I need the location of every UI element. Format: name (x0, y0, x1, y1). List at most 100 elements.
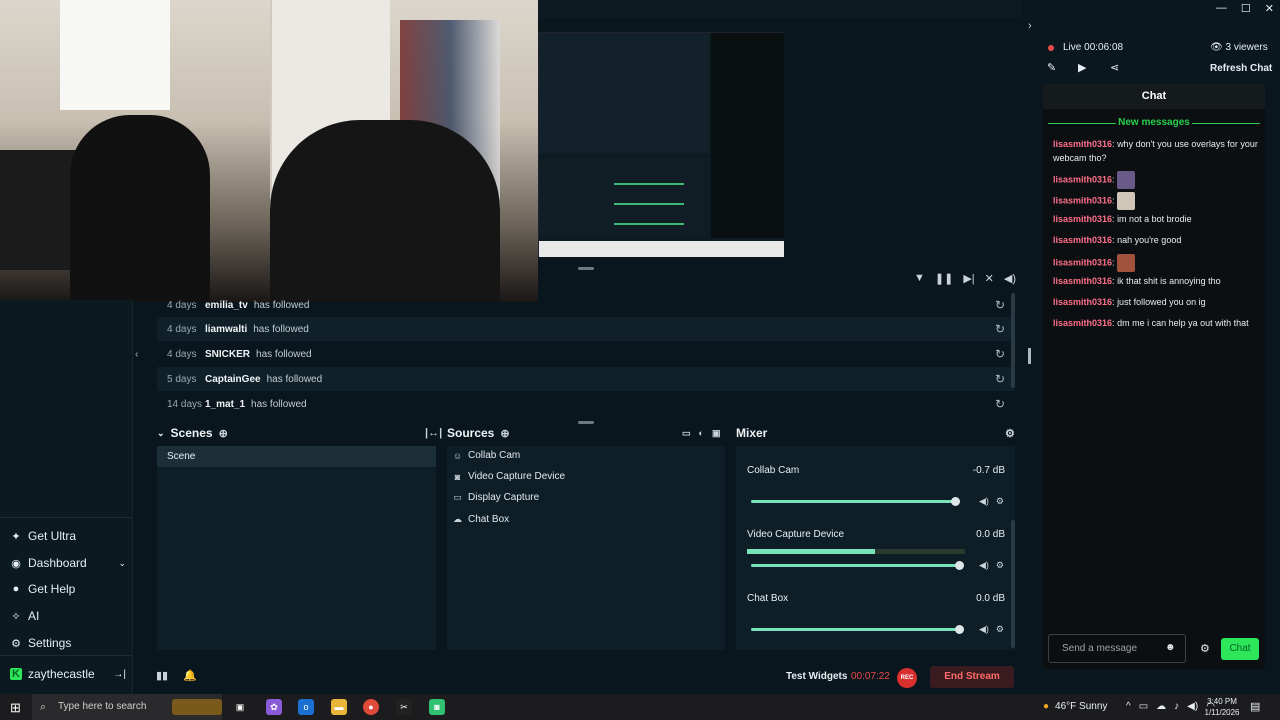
notification-bell-icon[interactable]: 🔔 (183, 669, 197, 682)
source-item[interactable]: ◙ Video Capture Device (452, 471, 565, 482)
logout-icon[interactable]: →| (113, 669, 126, 680)
replay-icon[interactable]: ↻ (995, 322, 1005, 336)
network-icon[interactable]: ▭ (1139, 701, 1148, 712)
emoji-icon[interactable]: ☻ (1165, 642, 1176, 653)
replay-icon[interactable]: ↻ (995, 397, 1005, 411)
feed-action: has followed (253, 323, 309, 335)
chat-username[interactable]: lisasmith0316 (1053, 257, 1112, 267)
maximize-icon[interactable]: ☐ (1241, 2, 1251, 15)
volume-icon[interactable]: ◀) (1187, 701, 1198, 712)
chat-username[interactable]: lisasmith0316 (1053, 195, 1112, 205)
stats-icon[interactable]: ▮▮ (156, 669, 168, 682)
volume-slider[interactable] (751, 500, 956, 503)
nav-settings[interactable]: ⚙ Settings (10, 636, 71, 650)
source-item[interactable]: ▭ Display Capture (452, 492, 539, 503)
collapse-right-handle[interactable] (1028, 348, 1031, 364)
record-button[interactable]: REC (897, 668, 917, 688)
expand-right-icon[interactable]: › (1028, 20, 1032, 32)
viewer-count: 👁 3 viewers (1210, 42, 1268, 53)
volume-slider[interactable] (751, 564, 960, 567)
test-widgets-button[interactable]: Test Widgets (786, 671, 847, 682)
chat-username[interactable]: lisasmith0316 (1053, 297, 1112, 307)
speaker-icon[interactable]: ◀) (979, 624, 989, 635)
notifications-icon[interactable]: ▤ (1250, 700, 1260, 713)
nav-ai[interactable]: ✧ AI (10, 609, 39, 623)
feed-action: has followed (266, 373, 323, 385)
close-icon[interactable]: ✕ (1265, 2, 1274, 15)
chat-username[interactable]: lisasmith0316 (1053, 214, 1112, 224)
task-view-icon[interactable]: ▣ (232, 699, 248, 715)
volume-knob[interactable] (955, 561, 964, 570)
volume-slider[interactable] (751, 628, 960, 631)
chevron-down-icon[interactable]: ⌄ (157, 428, 165, 439)
replay-icon[interactable]: ↻ (995, 347, 1005, 361)
sources-tools: ▭ ◐ ▣ (682, 424, 720, 442)
capcut-icon[interactable]: ✂ (396, 699, 412, 715)
streamlabs-icon[interactable]: ◙ (429, 699, 445, 715)
speaker-icon[interactable]: ◀) (979, 496, 989, 507)
nav-user[interactable]: K zaythecastle →| (10, 667, 126, 681)
taskbar-clock[interactable]: 3:40 PM 1/11/2026 (1203, 696, 1241, 718)
search-highlight-image (172, 699, 222, 715)
copilot-icon[interactable]: ✿ (266, 699, 282, 715)
emote-image (1117, 192, 1136, 210)
nav-get-help[interactable]: ● Get Help (10, 582, 76, 596)
nav-get-ultra[interactable]: ✦ Get Ultra (10, 529, 76, 543)
minimize-icon[interactable]: — (1216, 2, 1227, 15)
scene-transition-icon[interactable]: |↔| (425, 424, 442, 442)
nested-preview-top (539, 33, 709, 153)
add-source-icon[interactable]: ⊕ (500, 427, 509, 440)
add-scene-icon[interactable]: ⊕ (219, 427, 228, 440)
source-display-icon[interactable]: ▭ (682, 428, 691, 439)
microphone-icon[interactable]: ♪ (1174, 701, 1179, 712)
chat-settings-icon[interactable]: ⚙ (1200, 642, 1210, 655)
chat-username[interactable]: lisasmith0316 (1053, 139, 1112, 149)
pause-icon[interactable]: ❚❚ (935, 272, 953, 285)
feed-scrollbar[interactable] (1011, 293, 1015, 388)
scene-item[interactable]: Scene (157, 446, 436, 467)
volume-knob[interactable] (955, 625, 964, 634)
source-item[interactable]: ☁ Chat Box (452, 514, 509, 525)
speaker-icon[interactable]: ◀) (979, 560, 989, 571)
chat-username[interactable]: lisasmith0316 (1053, 318, 1112, 328)
volume-knob[interactable] (951, 497, 960, 506)
edit-icon[interactable]: ✎ (1047, 61, 1056, 74)
feed-row: 4 days SNICKER has followed ↻ (157, 342, 1015, 366)
refresh-chat-button[interactable]: Refresh Chat (1210, 63, 1272, 74)
replay-icon[interactable]: ↻ (995, 298, 1005, 312)
source-item[interactable]: ☺ Collab Cam (452, 450, 520, 461)
chevron-up-icon[interactable]: ^ (1126, 701, 1131, 712)
file-explorer-icon[interactable]: ▬ (331, 699, 347, 715)
chat-username[interactable]: lisasmith0316 (1053, 174, 1112, 184)
resize-handle-bottom[interactable] (578, 421, 594, 424)
end-stream-button[interactable]: End Stream (930, 666, 1014, 688)
chat-username[interactable]: lisasmith0316 (1053, 276, 1112, 286)
collapse-left-icon[interactable]: ‹ (135, 349, 138, 360)
filter-icon[interactable]: ▼ (914, 272, 925, 285)
mixer-settings-icon[interactable]: ⚙ (1005, 424, 1015, 442)
outlook-icon[interactable]: o (298, 699, 314, 715)
onedrive-icon[interactable]: ☁ (1156, 701, 1166, 712)
mute-alerts-icon[interactable]: ✕ (985, 272, 994, 285)
replay-icon[interactable]: ↻ (995, 372, 1005, 386)
windows-start-icon[interactable]: ⊞ (10, 700, 21, 716)
skip-icon[interactable]: ▶| (963, 272, 974, 285)
nav-label: AI (28, 609, 40, 623)
camera-icon[interactable]: ▶ (1078, 61, 1086, 74)
mixer-scrollbar[interactable] (1011, 520, 1015, 648)
add-folder-icon[interactable]: ▣ (712, 428, 721, 439)
weather-widget[interactable]: ● 46°F Sunny (1043, 701, 1107, 712)
source-visibility-icon[interactable]: ◐ (699, 428, 704, 438)
share-icon[interactable]: ⋖ (1110, 61, 1119, 74)
volume-icon[interactable]: ◀) (1004, 272, 1016, 285)
nav-dashboard[interactable]: ◉ Dashboard ⌄ (10, 556, 126, 570)
chat-username[interactable]: lisasmith0316 (1053, 235, 1112, 245)
feed-row: 5 days CaptainGee has followed ↻ (157, 367, 1015, 391)
clock-date: 1/11/2026 (1204, 708, 1240, 717)
gear-icon[interactable]: ⚙ (996, 496, 1004, 507)
send-chat-button[interactable]: Chat (1221, 638, 1259, 660)
feed-row: 4 days emilia_tv has followed ↻ (157, 293, 1015, 317)
chrome-icon[interactable]: ● (363, 699, 379, 715)
gear-icon[interactable]: ⚙ (996, 624, 1004, 635)
gear-icon[interactable]: ⚙ (996, 560, 1004, 571)
